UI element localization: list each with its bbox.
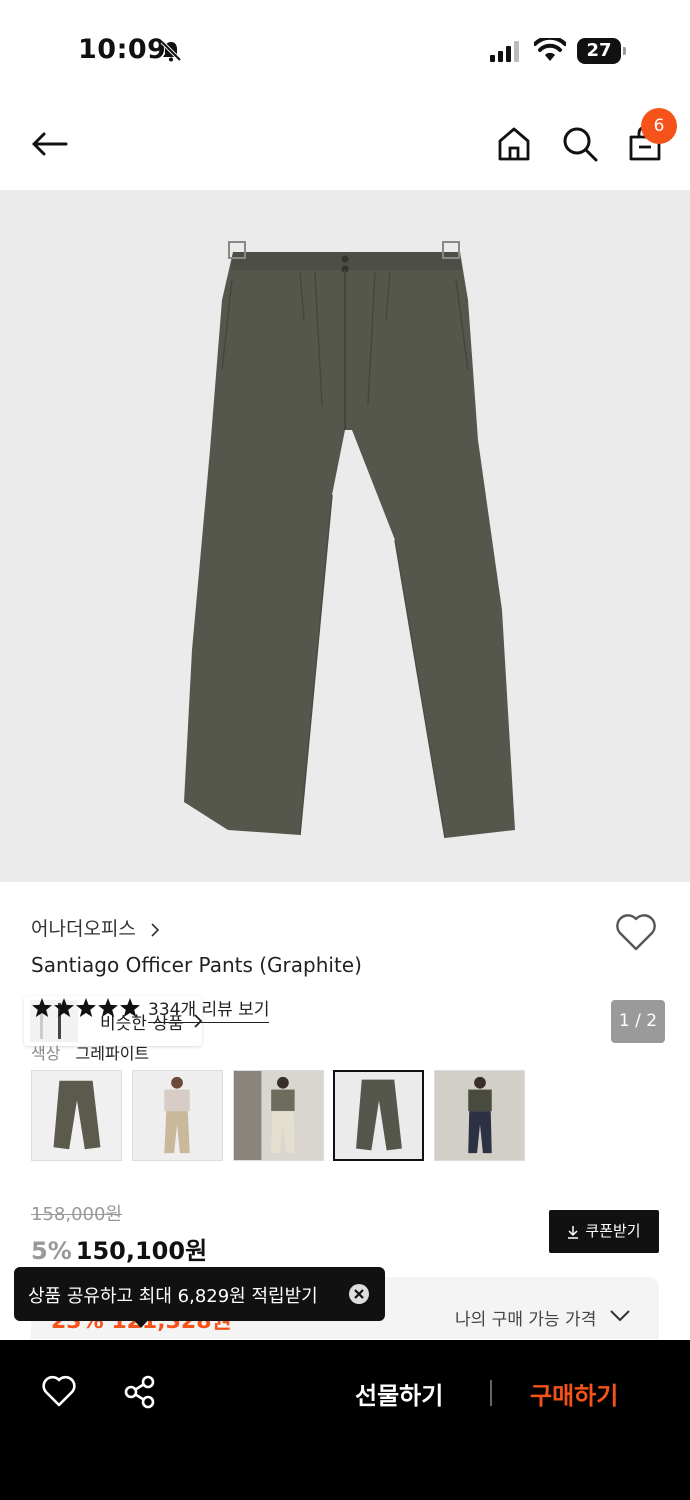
color-swatch[interactable] (31, 1070, 122, 1161)
product-image-gallery[interactable]: 비슷한 상품 1 / 2 (0, 190, 690, 1046)
back-arrow-icon[interactable] (30, 124, 70, 164)
wishlist-heart-icon[interactable] (614, 912, 658, 952)
wifi-icon (534, 38, 566, 61)
image-counter: 1 / 2 (611, 1000, 665, 1043)
buy-button[interactable]: 구매하기 (530, 1376, 618, 1411)
bottom-action-bar: 선물하기 구매하기 (0, 1340, 690, 1500)
swatch-image-model-navy (435, 1071, 524, 1160)
search-icon[interactable] (560, 124, 600, 164)
color-swatch[interactable] (434, 1070, 525, 1161)
bar-divider (490, 1380, 492, 1406)
share-reward-text: 상품 공유하고 최대 6,829원 적립받기 (28, 1286, 318, 1307)
swatch-image-pants-graphite (335, 1072, 422, 1159)
heart-icon[interactable] (41, 1374, 77, 1408)
home-icon[interactable] (494, 124, 534, 164)
cart-count-badge: 6 (641, 108, 677, 144)
close-circle-icon[interactable] (348, 1283, 370, 1305)
discount-percent: 5% (31, 1237, 72, 1265)
color-swatch[interactable] (132, 1070, 223, 1161)
color-swatch-selected[interactable] (333, 1070, 424, 1161)
color-swatch[interactable] (233, 1070, 324, 1161)
swatch-image-model-cream (234, 1071, 323, 1160)
coupon-label: 쿠폰받기 (585, 1222, 641, 1240)
brand-link[interactable]: 어나더오피스 (31, 914, 160, 941)
sale-price: 150,100원 (75, 1237, 208, 1265)
color-value: 그레파이트 (75, 1044, 150, 1063)
download-icon (568, 1225, 579, 1239)
five-star-rating-icon (32, 998, 140, 1017)
battery-cap (623, 47, 626, 55)
my-price-label: 나의 구매 가능 가격 (455, 1310, 597, 1330)
top-navigation (0, 100, 690, 190)
swatch-image-pants-flat (32, 1071, 121, 1160)
review-link[interactable]: 334개 리뷰 보기 (148, 995, 270, 1023)
chevron-right-icon (151, 922, 160, 937)
coupon-download-button[interactable]: 쿠폰받기 (549, 1210, 659, 1253)
gift-button[interactable]: 선물하기 (355, 1376, 443, 1411)
battery-level: 27 (577, 38, 621, 64)
cellular-signal-icon (490, 41, 519, 62)
color-label: 색상 (31, 1044, 61, 1063)
chevron-down-icon (610, 1310, 630, 1322)
share-icon[interactable] (122, 1374, 158, 1410)
status-bar: 10:09 27 (0, 0, 690, 100)
color-row: 색상 그레파이트 (31, 1040, 149, 1064)
original-price: 158,000원 (31, 1204, 122, 1225)
swatch-image-model-beige (133, 1071, 222, 1160)
product-title: Santiago Officer Pants (Graphite) (31, 953, 362, 977)
bell-slash-icon (160, 40, 182, 62)
share-reward-tooltip: 상품 공유하고 최대 6,829원 적립받기 (14, 1267, 385, 1321)
sale-price-row: 5% 150,100원 (31, 1231, 207, 1266)
tooltip-pointer (132, 1318, 150, 1328)
battery-indicator: 27 (577, 38, 627, 64)
status-time: 10:09 (78, 34, 167, 65)
brand-name: 어나더오피스 (31, 918, 136, 940)
product-photo-pants (184, 241, 515, 839)
